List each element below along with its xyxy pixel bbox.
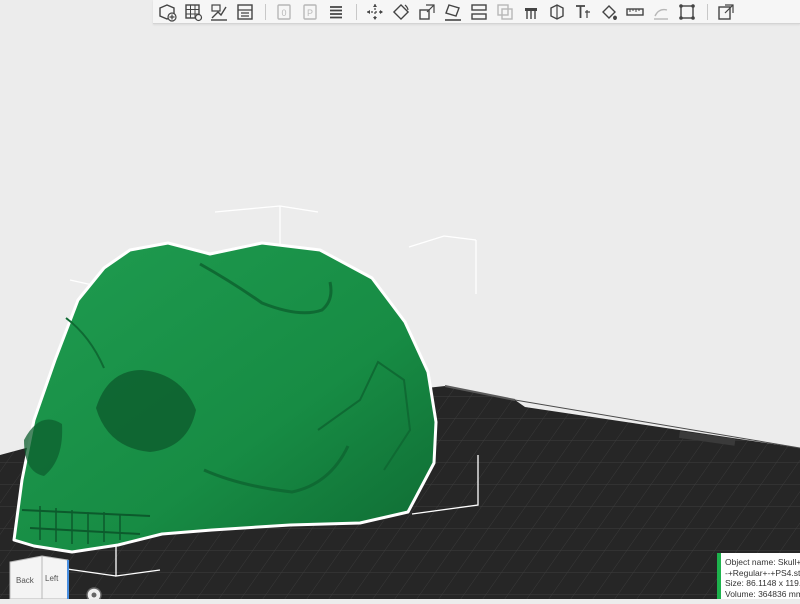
plate-p-button[interactable]: P [298, 1, 322, 23]
svg-text:P: P [307, 8, 313, 18]
view-cube-face-back[interactable]: Back [16, 576, 35, 585]
boolean-icon [497, 3, 513, 20]
move-icon [367, 3, 383, 20]
color-paint-icon [602, 4, 617, 20]
measure-button[interactable] [623, 1, 647, 23]
rotate-button[interactable] [389, 1, 413, 23]
text-emboss-icon [576, 4, 590, 18]
support-paint-icon [525, 7, 537, 19]
skull-model[interactable] [12, 241, 438, 554]
text-emboss-button[interactable] [571, 1, 595, 23]
arrange-grid-button[interactable] [181, 1, 205, 23]
object-name-text: Object name: Skull+ [725, 557, 800, 567]
layout-button[interactable] [233, 1, 257, 23]
object-size-text: Size: 86.1148 x 119. [725, 578, 800, 588]
plate-p-icon: P [303, 3, 317, 20]
add-object-button[interactable] [155, 1, 179, 23]
top-toolbar: 0 P [153, 0, 800, 24]
lay-on-face-icon [445, 3, 461, 21]
seam-paint-icon [550, 3, 564, 20]
seam-paint-button[interactable] [545, 1, 569, 23]
measure-icon [626, 7, 644, 16]
camera-nav-icon[interactable] [84, 585, 104, 603]
slice-preview-icon [718, 3, 734, 20]
view-cube[interactable]: Back Left [8, 554, 70, 600]
layers-button[interactable] [324, 1, 348, 23]
toolbar-separator [265, 3, 266, 20]
assembly-button[interactable] [649, 1, 673, 23]
variable-height-button[interactable] [675, 1, 699, 23]
support-paint-button[interactable] [519, 1, 543, 23]
color-paint-button[interactable] [597, 1, 621, 23]
boolean-button[interactable] [493, 1, 517, 23]
arrange-grid-icon [185, 3, 203, 21]
toolbar-separator [707, 3, 708, 20]
orient-button[interactable] [207, 1, 231, 23]
cut-button[interactable] [467, 1, 491, 23]
object-profile-text: -+Regular+-+PS4.st [725, 567, 800, 578]
toolbar-separator [356, 3, 357, 20]
scale-button[interactable] [415, 1, 439, 23]
plate-zero-button[interactable]: 0 [272, 1, 296, 23]
plate-zero-icon: 0 [277, 3, 291, 20]
scale-icon [419, 3, 435, 20]
scene-canvas[interactable] [0, 0, 800, 599]
lay-on-face-button[interactable] [441, 1, 465, 23]
add-object-icon [159, 3, 177, 22]
object-info-panel: Object name: Skull+ -+Regular+-+PS4.st S… [717, 553, 800, 599]
rotate-icon [392, 3, 410, 20]
object-volume-text: Volume: 364836 mm [725, 588, 800, 599]
move-button[interactable] [363, 1, 387, 23]
assembly-icon [654, 8, 668, 20]
layers-icon [330, 5, 342, 18]
variable-height-icon [679, 3, 695, 20]
3d-viewport[interactable] [0, 0, 800, 599]
cut-icon [471, 3, 487, 20]
slice-preview-button[interactable] [714, 1, 738, 23]
orient-icon [211, 3, 227, 21]
svg-text:0: 0 [281, 8, 286, 18]
layout-icon [237, 3, 253, 20]
view-cube-face-left[interactable]: Left [45, 574, 59, 583]
